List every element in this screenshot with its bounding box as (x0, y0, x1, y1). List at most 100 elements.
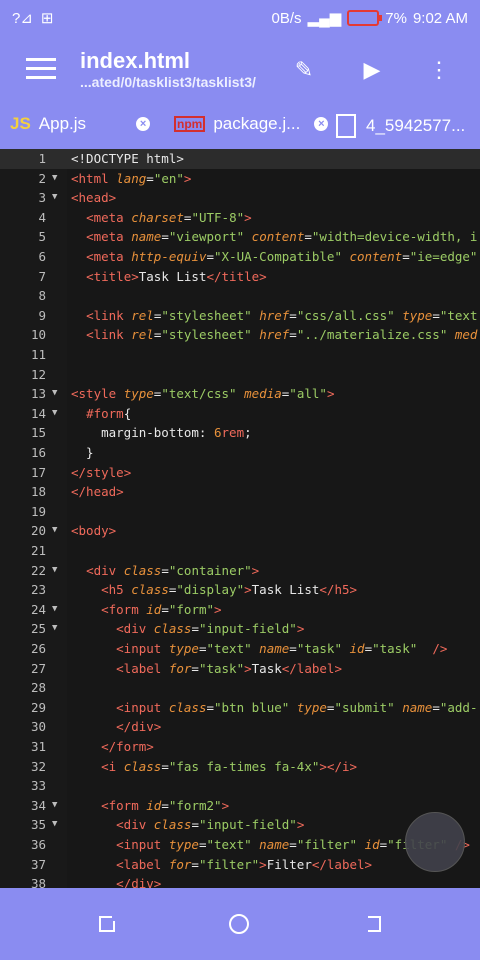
line-number: 32 (30, 758, 46, 774)
code-text: <body> (71, 523, 117, 539)
code-line[interactable]: 20 ▼ <body> (0, 521, 480, 541)
recent-apps-icon[interactable] (96, 913, 118, 935)
code-text: <!DOCTYPE html> (71, 151, 184, 166)
line-number: 20 (30, 523, 46, 539)
line-number: 36 (30, 837, 46, 852)
fold-arrow-icon[interactable]: ▼ (52, 169, 57, 189)
code-text: <head> (71, 190, 117, 206)
edit-icon[interactable]: ✎ (290, 56, 318, 84)
fold-arrow-icon[interactable]: ▼ (52, 384, 57, 404)
code-line[interactable]: 6 <meta http-equiv="X-UA-Compatible" con… (0, 247, 480, 267)
code-line[interactable]: 26 <input type="text" name="task" id="ta… (0, 639, 480, 659)
npm-icon: npm (174, 116, 206, 132)
navigation-bar (0, 888, 480, 960)
clock: 9:02 AM (412, 9, 468, 27)
code-line[interactable]: 10 <link rel="stylesheet" href="../mater… (0, 325, 480, 345)
code-line[interactable]: 18 </head> (0, 482, 480, 502)
close-tab-icon[interactable]: × (136, 117, 151, 131)
file-title: index.html (80, 48, 191, 73)
fold-arrow-icon[interactable]: ▼ (52, 600, 57, 620)
code-line[interactable]: 28 (0, 678, 480, 698)
fold-arrow-icon[interactable]: ▼ (52, 188, 57, 208)
code-line[interactable]: 5 <meta name="viewport" content="width=d… (0, 227, 480, 247)
code-text: <div class="container"> (86, 562, 260, 578)
menu-button[interactable] (26, 58, 56, 82)
code-text: <label for="filter">Filter</label> (116, 856, 373, 872)
code-line[interactable]: 33 (0, 776, 480, 796)
floating-action-button[interactable] (405, 812, 465, 872)
code-line[interactable]: 37 <label for="filter">Filter</label> (0, 855, 480, 875)
status-bar: ?⊿ ⊞ 0B/s ▂▄▆ 7% 9:02 AM (0, 0, 480, 36)
network-speed: 0B/s (271, 9, 302, 27)
line-number: 33 (30, 778, 46, 794)
code-text: <form id="form"> (101, 601, 222, 617)
fold-arrow-icon[interactable]: ▼ (52, 521, 57, 541)
code-text: </head> (71, 484, 124, 500)
code-text: <link rel="stylesheet" href="../material… (86, 327, 478, 343)
line-number: 9 (38, 307, 46, 323)
fold-arrow-icon[interactable]: ▼ (52, 796, 57, 816)
fold-arrow-icon[interactable]: ▼ (52, 404, 57, 424)
code-text: </div> (116, 876, 162, 888)
code-text: <input type="text" name="task" id="task"… (116, 641, 448, 656)
code-line[interactable]: 7 <title>Task List</title> (0, 267, 480, 287)
tab-package-json[interactable]: npm package.j... × (174, 114, 329, 134)
close-tab-icon[interactable]: × (314, 117, 329, 131)
line-number: 35 (30, 817, 46, 833)
code-text: <style type="text/css" media="all"> (71, 386, 335, 402)
code-text: <meta http-equiv="X-UA-Compatible" conte… (86, 249, 478, 264)
code-line[interactable]: 15 margin-bottom: 6rem; (0, 423, 480, 443)
play-icon[interactable]: ▶ (358, 56, 386, 84)
line-number: 4 (38, 209, 46, 225)
line-number: 19 (30, 503, 46, 519)
code-text: </form> (101, 739, 154, 754)
code-line[interactable]: 31 </form> (0, 737, 480, 757)
code-text: </div> (116, 719, 162, 735)
code-line[interactable]: 11 (0, 345, 480, 365)
signal-icon: ▂▄▆ (307, 10, 342, 27)
code-line[interactable]: 21 (0, 541, 480, 561)
code-line[interactable]: 14 ▼ #form{ (0, 404, 480, 424)
line-number: 38 (30, 876, 46, 888)
fold-arrow-icon[interactable]: ▼ (52, 619, 57, 639)
code-line[interactable]: 25 ▼ <div class="input-field"> (0, 619, 480, 639)
code-line[interactable]: 2 ▼ <html lang="en"> (0, 169, 480, 189)
line-number: 14 (30, 405, 46, 421)
line-number: 29 (30, 699, 46, 715)
code-line[interactable]: 13 ▼ <style type="text/css" media="all"> (0, 384, 480, 404)
code-line[interactable]: 29 <input class="btn blue" type="submit"… (0, 698, 480, 718)
code-line[interactable]: 34 ▼ <form id="form2"> (0, 796, 480, 816)
code-line[interactable]: 17 </style> (0, 463, 480, 483)
line-number: 18 (30, 484, 46, 500)
back-icon[interactable] (362, 913, 384, 935)
code-line[interactable]: 24 ▼ <form id="form"> (0, 600, 480, 620)
code-line[interactable]: 1 <!DOCTYPE html> (0, 149, 480, 169)
code-line[interactable]: 16 } (0, 443, 480, 463)
code-text: <label for="task">Task</label> (116, 660, 342, 676)
code-editor[interactable]: 1 <!DOCTYPE html> 2 ▼ <html lang="en"> 3 ▼ <hea… (0, 149, 480, 888)
line-number: 3 (38, 190, 46, 206)
code-line[interactable]: 38 </div> (0, 874, 480, 888)
code-line[interactable]: 4 <meta charset="UTF-8"> (0, 208, 480, 228)
line-number: 24 (30, 601, 46, 617)
code-line[interactable]: 22 ▼ <div class="container"> (0, 561, 480, 581)
code-line[interactable]: 32 <i class="fas fa-times fa-4x"></i> (0, 757, 480, 777)
tab-file[interactable]: 4_5942577... (336, 114, 465, 138)
code-line[interactable]: 3 ▼ <head> (0, 188, 480, 208)
fold-arrow-icon[interactable]: ▼ (52, 815, 57, 835)
more-options-icon[interactable]: ⋮ (425, 56, 453, 84)
fold-arrow-icon[interactable]: ▼ (52, 561, 57, 581)
code-line[interactable]: 19 (0, 502, 480, 522)
code-line[interactable]: 9 <link rel="stylesheet" href="css/all.c… (0, 306, 480, 326)
home-icon[interactable] (228, 913, 250, 935)
file-path: ...ated/0/tasklist3/tasklist3/ (80, 74, 256, 90)
code-text: <title>Task List</title> (86, 268, 267, 284)
line-number: 8 (38, 288, 46, 304)
code-line[interactable]: 30 </div> (0, 717, 480, 737)
code-line[interactable]: 23 <h5 class="display">Task List</h5> (0, 580, 480, 600)
code-line[interactable]: 12 (0, 365, 480, 385)
code-line[interactable]: 8 (0, 286, 480, 306)
tab-app-js[interactable]: JS App.js × (10, 114, 151, 134)
code-line[interactable]: 27 <label for="task">Task</label> (0, 659, 480, 679)
file-icon (336, 114, 356, 138)
